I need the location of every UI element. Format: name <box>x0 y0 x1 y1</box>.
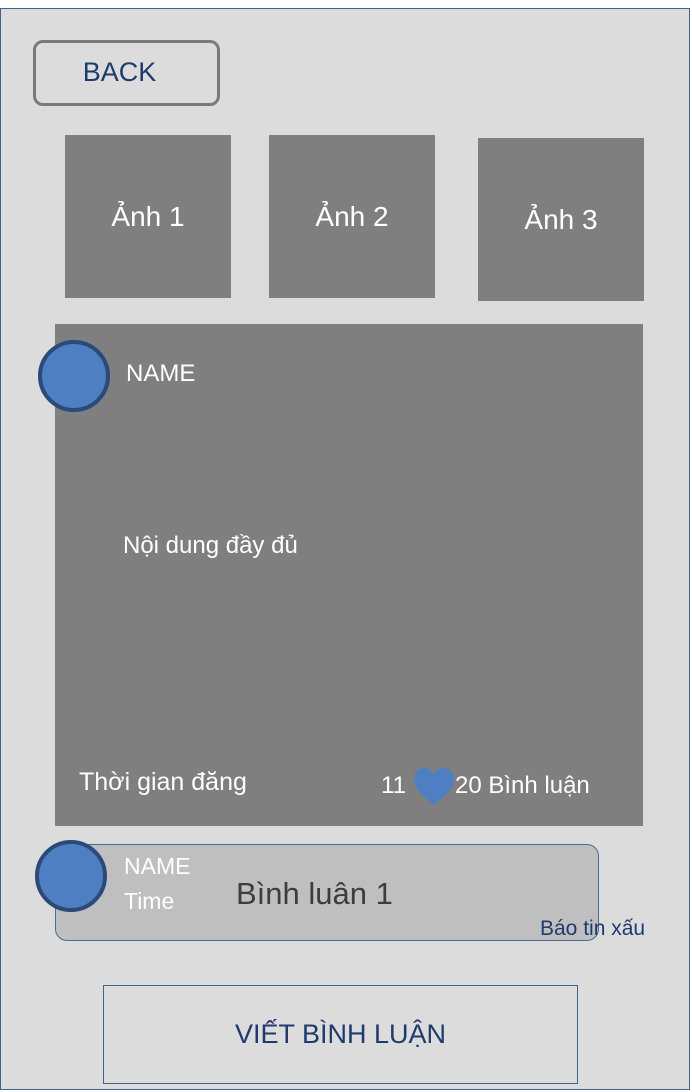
post-time: Thời gian đăng <box>79 768 247 796</box>
likes-count: 11 <box>381 772 406 799</box>
photo-2[interactable]: Ảnh 2 <box>269 135 435 298</box>
report-link[interactable]: Báo tin xấu <box>540 917 645 941</box>
photo-3[interactable]: Ảnh 3 <box>478 138 644 301</box>
post-card <box>55 324 643 826</box>
comments-count-link[interactable]: 20 Bình luận <box>455 772 590 800</box>
back-button-label: BACK <box>82 56 157 87</box>
comment-author-name: NAME <box>124 853 191 879</box>
photo-1[interactable]: Ảnh 1 <box>65 135 231 298</box>
photo-3-label: Ảnh 3 <box>524 203 598 235</box>
write-comment-label: VIẾT BÌNH LUẬN <box>234 1019 447 1049</box>
post-content: Nội dung đầy đủ <box>123 532 298 559</box>
heart-icon[interactable] <box>413 768 455 806</box>
photo-2-label: Ảnh 2 <box>315 200 389 232</box>
back-button[interactable]: BACK <box>33 40 220 106</box>
post-author-name: NAME <box>126 360 196 387</box>
comment-time: Time <box>124 888 175 914</box>
write-comment-button[interactable]: VIẾT BÌNH LUẬN <box>103 985 578 1084</box>
post-author-avatar[interactable] <box>38 340 110 412</box>
comment-author-avatar[interactable] <box>35 840 107 912</box>
comment-text: Bình luân 1 <box>236 876 393 911</box>
photo-1-label: Ảnh 1 <box>111 200 185 232</box>
